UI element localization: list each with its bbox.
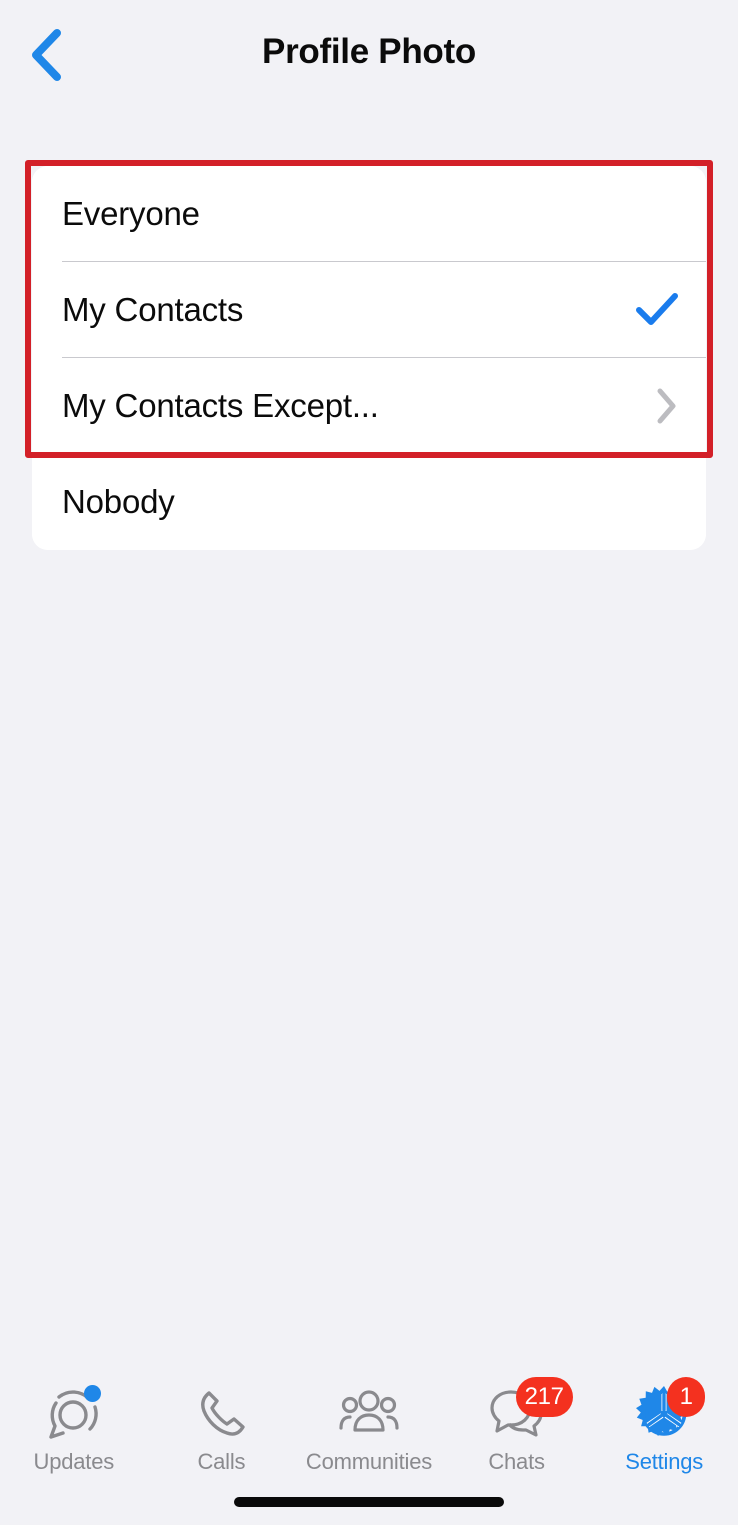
tab-label: Updates xyxy=(33,1449,115,1474)
phone-screen: Profile Photo Everyone My Contacts My Co… xyxy=(0,0,738,1525)
tab-updates[interactable]: Updates xyxy=(0,1383,148,1475)
option-row-nobody[interactable]: Nobody xyxy=(32,454,706,550)
option-label: My Contacts Except... xyxy=(62,387,379,424)
tab-label: Calls xyxy=(197,1449,246,1474)
tab-communities[interactable]: Communities xyxy=(295,1383,443,1475)
checkmark-icon xyxy=(636,293,678,325)
settings-badge: 1 xyxy=(667,1377,706,1417)
tab-calls[interactable]: Calls xyxy=(148,1383,296,1475)
option-accessory xyxy=(634,292,678,328)
updates-notification-dot xyxy=(83,1385,101,1402)
people-group-icon xyxy=(334,1383,404,1445)
home-indicator xyxy=(234,1497,504,1507)
tab-settings[interactable]: 1 Settings xyxy=(590,1377,738,1475)
tab-label: Communities xyxy=(305,1449,433,1474)
option-row-my-contacts[interactable]: My Contacts xyxy=(32,262,706,358)
navigation-bar: Profile Photo xyxy=(0,0,738,110)
privacy-options-card: Everyone My Contacts My Contacts Except.… xyxy=(32,166,706,550)
option-row-my-contacts-except[interactable]: My Contacts Except... xyxy=(32,358,706,454)
option-row-everyone[interactable]: Everyone xyxy=(32,166,706,262)
tab-chats[interactable]: 217 Chats xyxy=(443,1377,591,1475)
tab-label: Settings xyxy=(625,1449,704,1474)
gear-icon: 1 xyxy=(629,1377,706,1445)
chats-badge: 217 xyxy=(515,1377,573,1417)
option-accessory xyxy=(634,387,678,425)
updates-ring-icon xyxy=(39,1383,109,1445)
page-title: Profile Photo xyxy=(262,32,476,71)
option-label: Everyone xyxy=(62,195,200,232)
option-label: My Contacts xyxy=(62,291,244,328)
tab-label: Chats xyxy=(488,1449,545,1474)
chevron-right-icon xyxy=(657,388,676,424)
phone-icon xyxy=(186,1383,256,1445)
chat-bubbles-icon: 217 xyxy=(482,1377,573,1445)
option-label: Nobody xyxy=(62,483,175,520)
